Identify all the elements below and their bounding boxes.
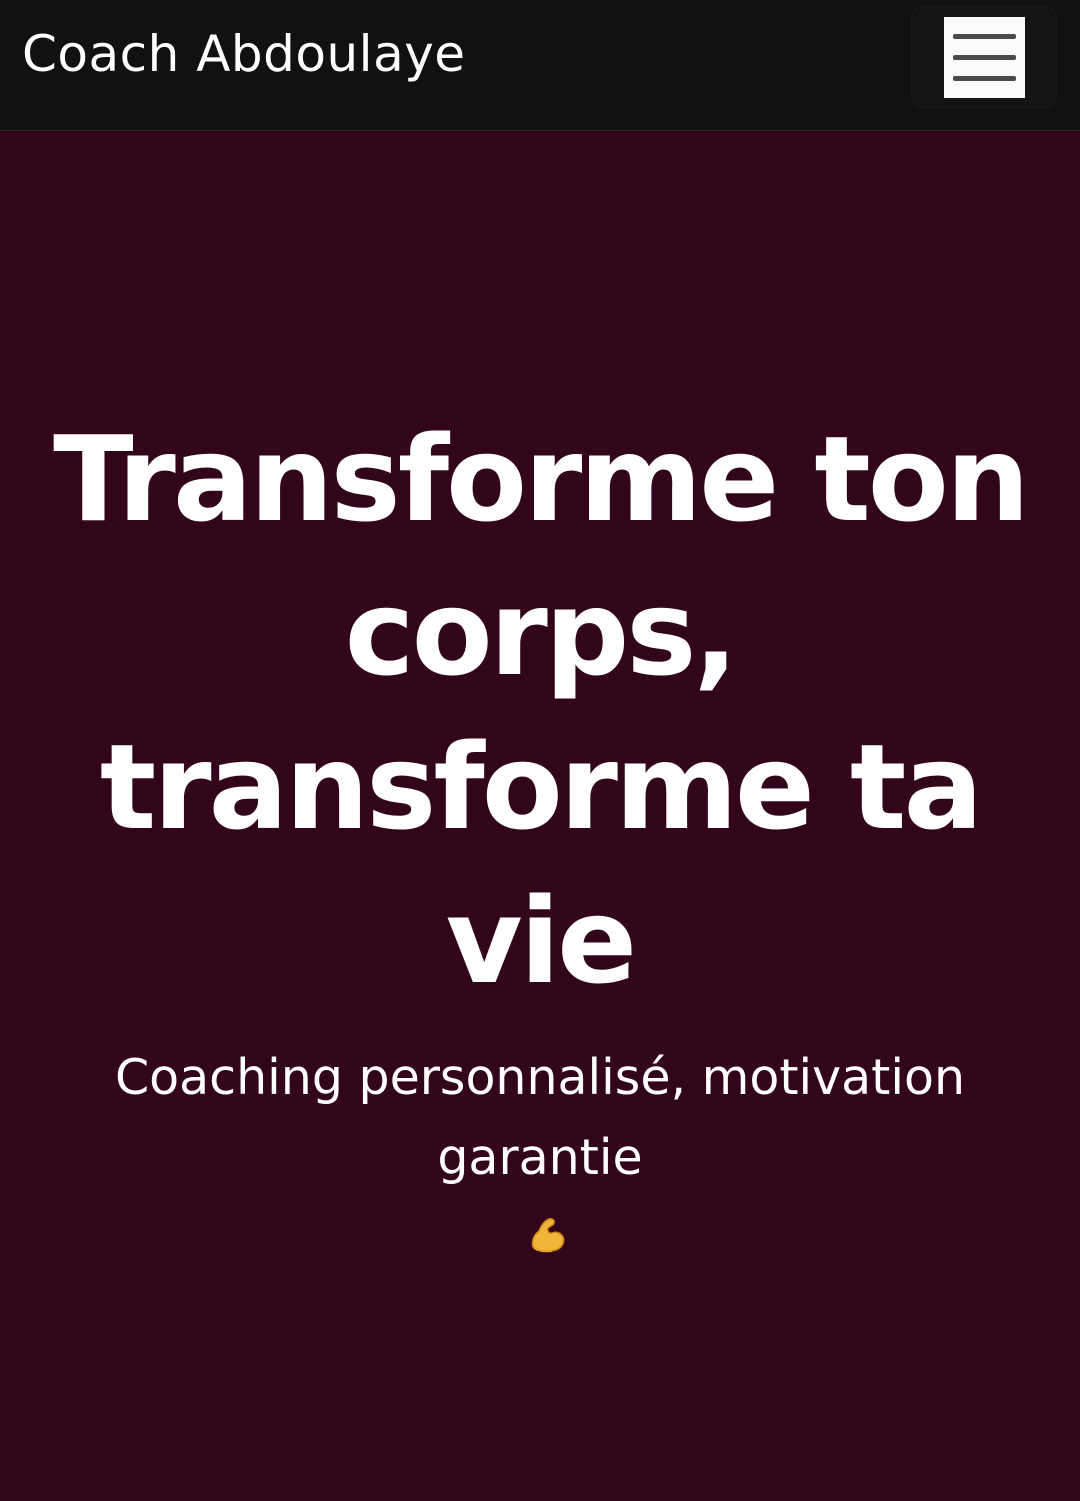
menu-toggle-wrapper — [911, 6, 1057, 108]
brand-link[interactable]: Coach Abdoulaye — [22, 22, 466, 86]
hero-subtitle: Coaching personnalisé, motivation garant… — [0, 1038, 1080, 1278]
hero-subtitle-line: Coaching personnalisé, motivation — [114, 1049, 966, 1106]
hero-title-line: vie — [445, 872, 637, 1010]
hero-subtitle-text: garantie — [437, 1129, 643, 1186]
flexed-biceps-icon — [531, 1218, 565, 1253]
hero-title-line: corps, — [344, 564, 739, 702]
hero-title-line: transforme ta — [99, 718, 983, 856]
hero-subtitle-line-2: garantie — [0, 1118, 1080, 1278]
hero-section: Transforme ton corps, transforme ta vie … — [0, 132, 1080, 1501]
navbar: Coach Abdoulaye — [0, 0, 1080, 131]
hero-title: Transforme ton corps, transforme ta vie — [0, 402, 1080, 1018]
menu-toggle-button[interactable] — [944, 17, 1025, 98]
hero-title-line: Transforme ton — [53, 410, 1030, 548]
